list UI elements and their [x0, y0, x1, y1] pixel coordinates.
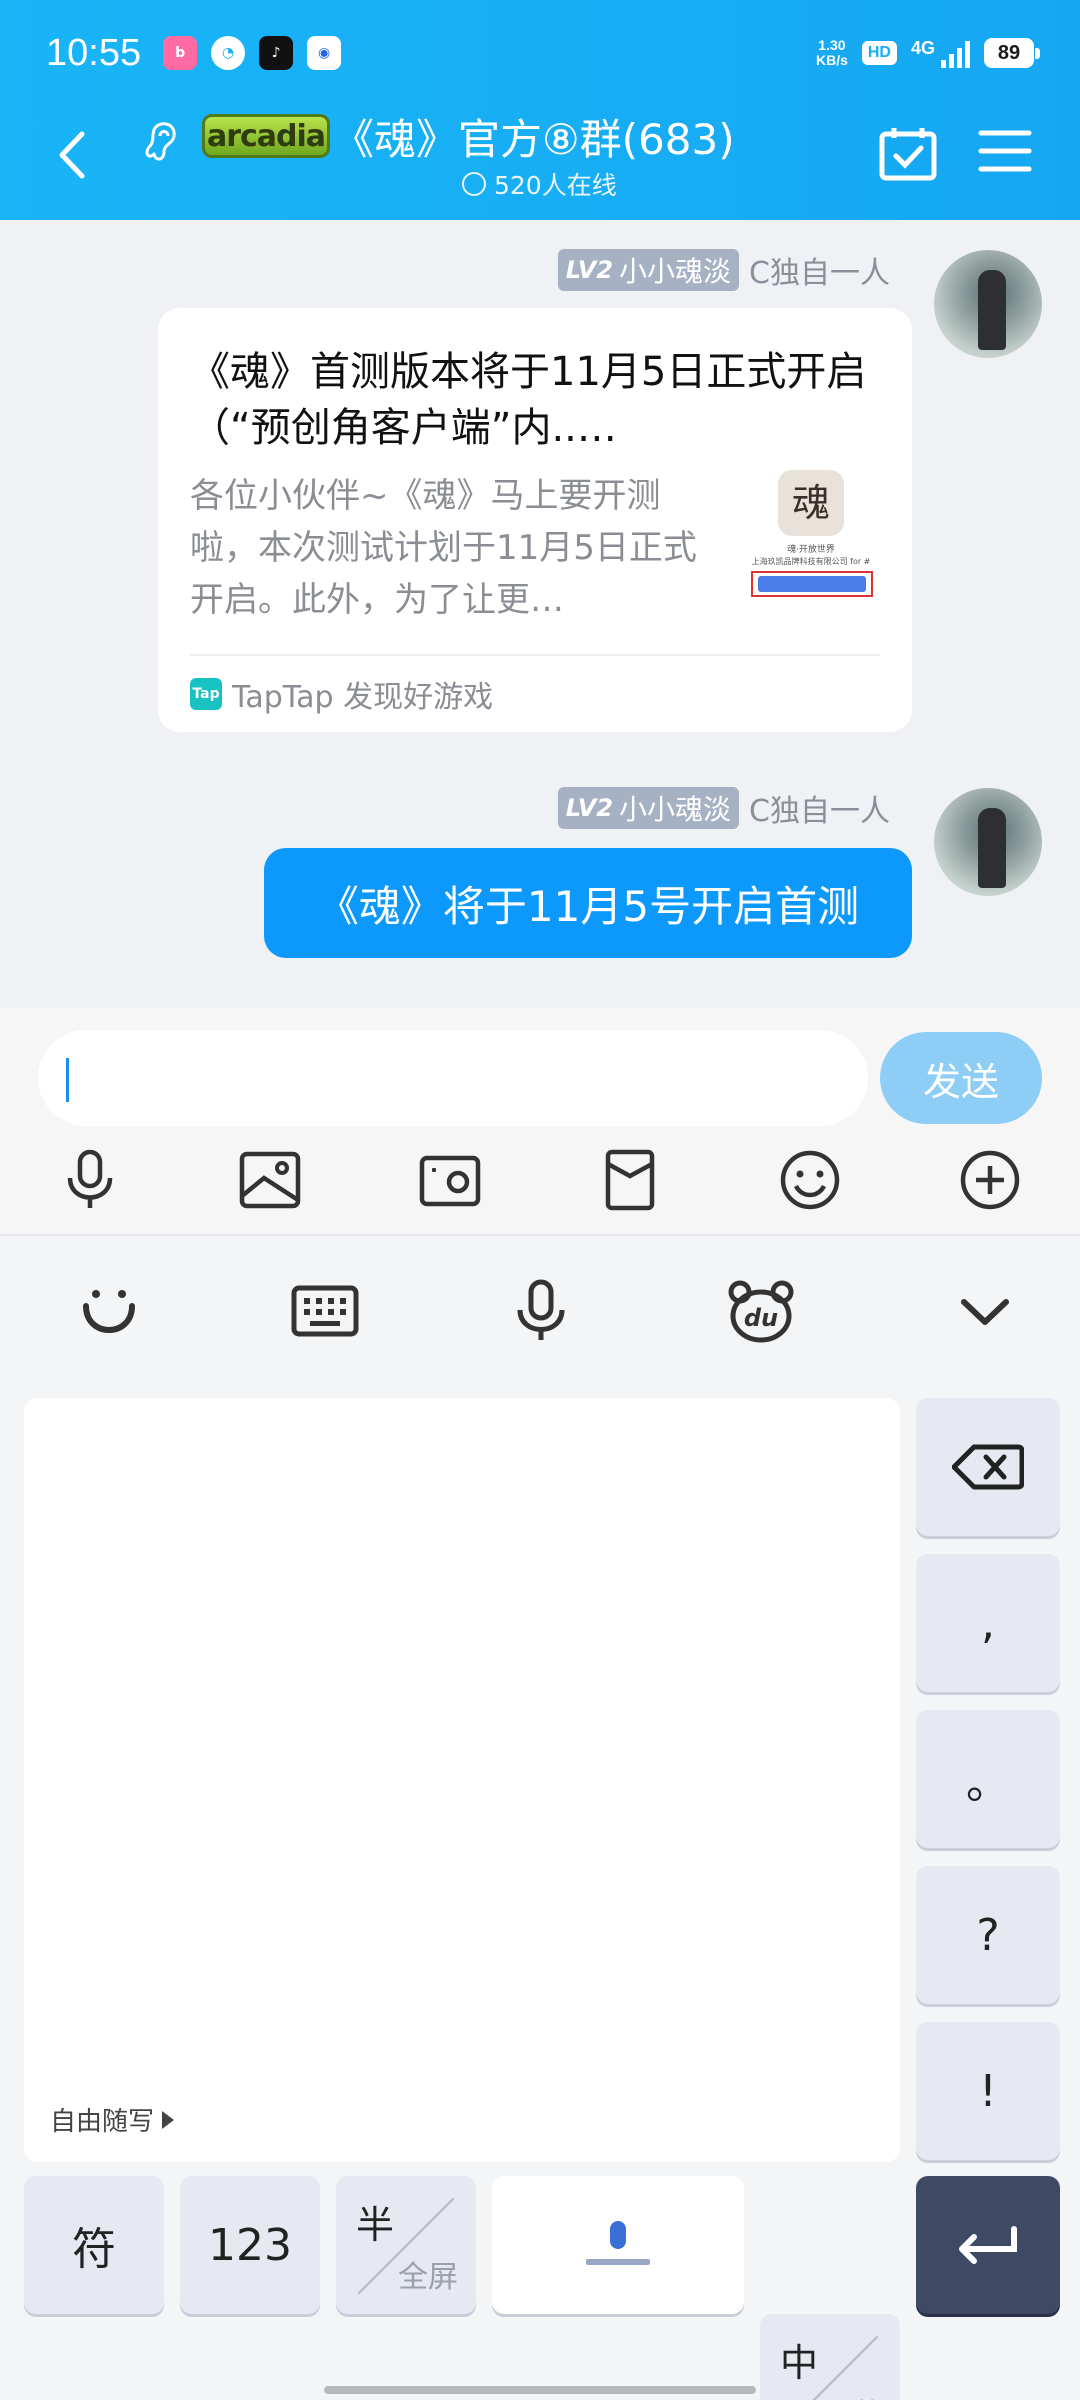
backspace-icon — [952, 1444, 1024, 1490]
send-button[interactable]: 发送 — [880, 1032, 1042, 1124]
notification-icons: b ◔ ♪ ◉ — [163, 36, 342, 70]
speed-app-icon: ◔ — [211, 36, 246, 70]
card-thumbnail: 魂 魂·开放世界 上海玖凯品牌科技有限公司 for # — [751, 470, 873, 597]
level-text: LV2 — [565, 794, 614, 822]
network-speed: 1.30 KB/s — [816, 38, 848, 68]
handwriting-pad[interactable]: 自由随写 — [24, 1398, 900, 2162]
keyboard-emoji-icon[interactable] — [74, 1276, 144, 1346]
nav-bar: arcadia 《魂》官方⑧群(683) 520人在线 — [0, 100, 1080, 210]
battery-level: 89 — [997, 41, 1021, 64]
composer-toolbar — [0, 1148, 1080, 1228]
nickname: 小小魂淡 — [619, 793, 732, 826]
sender-name: C独自一人 — [749, 256, 890, 291]
bilibili-icon: b — [163, 36, 198, 70]
chevron-down-circle-icon — [462, 172, 486, 196]
network-type: 4G — [910, 38, 935, 58]
card-source-text: TapTap 发现好游戏 — [232, 680, 494, 715]
space-key[interactable] — [492, 2176, 744, 2314]
numbers-key[interactable]: 123 — [180, 2176, 320, 2314]
card-thumb-title: 魂·开放世界 — [787, 543, 835, 555]
period-key[interactable]: 。 — [916, 1710, 1060, 1848]
group-title[interactable]: 《魂》官方⑧群(683) — [332, 106, 735, 167]
keyboard-toolbar: du — [0, 1236, 1080, 1386]
avatar[interactable] — [934, 250, 1042, 358]
avatar[interactable] — [934, 788, 1042, 896]
home-indicator[interactable] — [324, 2386, 756, 2394]
plus-icon[interactable] — [958, 1148, 1022, 1212]
back-icon[interactable] — [52, 130, 92, 180]
level-badge: LV2 小小魂淡 — [557, 249, 740, 291]
emoji-icon[interactable] — [778, 1148, 842, 1212]
microphone-icon[interactable] — [58, 1148, 122, 1212]
taptap-icon: Tap — [190, 678, 222, 710]
voice-input-icon[interactable] — [506, 1276, 576, 1346]
battery-icon: 89 — [984, 38, 1040, 68]
red-packet-icon[interactable] — [598, 1148, 662, 1212]
free-write-label: 自由随写 — [50, 2107, 155, 2137]
hd-badge: HD — [861, 41, 897, 65]
text-caret — [66, 1058, 69, 1102]
group-badge: arcadia — [202, 114, 330, 158]
online-count-text: 520人在线 — [494, 171, 617, 200]
online-count[interactable]: 520人在线 — [462, 166, 617, 202]
fullscreen-label: 全屏 — [398, 2260, 458, 2295]
enter-key[interactable] — [916, 2176, 1060, 2314]
space-mic-icon — [586, 2221, 650, 2265]
message-bubble[interactable]: 《魂》将于11月5号开启首测 — [264, 848, 912, 958]
card-title: 《魂》首测版本将于11月5日正式开启（“预创角客户端”内..… — [190, 349, 867, 451]
sender-name: C独自一人 — [749, 794, 890, 829]
keyboard: du 自由随写 , 。 ? ! 符 123 半 全屏 中 英 — [0, 1234, 1080, 2400]
status-time: 10:55 — [46, 31, 142, 74]
half-label: 半 — [356, 2203, 395, 2247]
signal-icon — [941, 38, 970, 68]
message-meta: LV2 小小魂淡 C独自一人 — [557, 786, 890, 830]
tiktok-icon: ♪ — [259, 36, 294, 70]
svg-text:du: du — [744, 1304, 778, 1332]
svg-text:魂: 魂 — [792, 481, 830, 525]
level-text: LV2 — [565, 256, 614, 284]
nickname: 小小魂淡 — [619, 255, 732, 288]
backspace-key[interactable] — [916, 1398, 1060, 1536]
net-speed-value: 1.30 — [818, 37, 846, 53]
enter-icon — [959, 2226, 1017, 2264]
calendar-check-icon[interactable] — [878, 124, 938, 182]
keyboard-layout-icon[interactable] — [290, 1276, 360, 1346]
ear-icon[interactable] — [140, 116, 184, 166]
browser-app-icon: ◉ — [307, 36, 342, 70]
exclamation-key[interactable]: ! — [916, 2022, 1060, 2160]
card-thumb-company: 上海玖凯品牌科技有限公司 for # — [752, 556, 871, 566]
image-icon[interactable] — [238, 1148, 302, 1212]
composer: 发送 — [0, 1008, 1080, 1234]
message-meta: LV2 小小魂淡 C独自一人 — [557, 248, 890, 292]
net-speed-unit: KB/s — [815, 52, 848, 68]
half-full-screen-key[interactable]: 半 全屏 — [336, 2176, 476, 2314]
question-key[interactable]: ? — [916, 1866, 1060, 2004]
chat-header: 10:55 b ◔ ♪ ◉ 1.30 KB/s HD 4G 89 arcadia… — [0, 0, 1080, 220]
camera-icon[interactable] — [418, 1148, 482, 1212]
card-source: Tap TapTap 发现好游戏 — [190, 672, 493, 716]
level-badge: LV2 小小魂淡 — [557, 787, 740, 829]
du-bear-icon[interactable]: du — [726, 1276, 796, 1346]
status-bar: 10:55 b ◔ ♪ ◉ 1.30 KB/s HD 4G 89 — [46, 28, 1040, 78]
message-input[interactable] — [38, 1030, 868, 1126]
symbol-key[interactable]: 符 — [24, 2176, 164, 2314]
link-card[interactable]: 《魂》首测版本将于11月5日正式开启（“预创角客户端”内..… 各位小伙伴~《魂… — [158, 308, 912, 732]
comma-key[interactable]: , — [916, 1554, 1060, 1692]
card-divider — [190, 654, 880, 656]
free-write-toggle[interactable]: 自由随写 — [50, 2101, 175, 2138]
english-label: 英 — [852, 2390, 882, 2400]
menu-icon[interactable] — [978, 128, 1032, 174]
chinese-label: 中 — [780, 2341, 819, 2385]
language-switch-key[interactable]: 中 英 — [760, 2314, 900, 2400]
chevron-down-icon[interactable] — [950, 1276, 1020, 1346]
card-description: 各位小伙伴~《魂》马上要开测啦，本次测试计划于11月5日正式开启。此外，为了让更… — [190, 476, 697, 620]
triangle-right-icon — [162, 2110, 175, 2129]
